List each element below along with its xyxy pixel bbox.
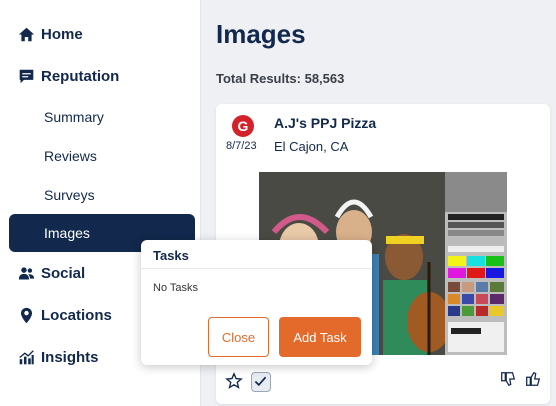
- nav-reputation-label: Reputation: [41, 68, 120, 85]
- card-date: 8/7/23: [226, 140, 257, 152]
- thumbs-down-icon[interactable]: [499, 370, 517, 388]
- nav-home-label: Home: [41, 26, 83, 43]
- page-title: Images: [216, 19, 306, 49]
- nav-social[interactable]: Social: [18, 265, 85, 282]
- thumbs-up-icon[interactable]: [524, 370, 542, 388]
- check-icon: [254, 376, 267, 387]
- tasks-popup: Tasks No Tasks Close Add Task: [141, 240, 372, 365]
- nav-locations-label: Locations: [41, 307, 112, 324]
- nav-locations[interactable]: Locations: [18, 307, 112, 324]
- popup-divider: [141, 268, 372, 269]
- reputation-icon: [19, 69, 34, 84]
- nav-summary[interactable]: Summary: [44, 109, 104, 125]
- nav-images-label: Images: [44, 225, 90, 241]
- google-icon: G: [232, 115, 254, 137]
- nav-insights[interactable]: Insights: [18, 349, 99, 366]
- nav-social-label: Social: [41, 265, 86, 282]
- nav-insights-label: Insights: [41, 349, 99, 366]
- total-results: Total Results: 58,563: [216, 71, 345, 86]
- add-task-button[interactable]: Add Task: [279, 317, 361, 357]
- card-business-name[interactable]: A.J's PPJ Pizza: [274, 115, 376, 131]
- favorite-star-icon[interactable]: [225, 372, 243, 390]
- nav-reputation[interactable]: Reputation: [18, 68, 119, 85]
- people-icon: [18, 267, 35, 280]
- home-icon: [18, 27, 35, 42]
- close-button[interactable]: Close: [208, 317, 269, 357]
- map-pin-icon: [20, 307, 33, 324]
- popup-title: Tasks: [153, 248, 189, 263]
- card-location: El Cajon, CA: [274, 139, 349, 154]
- insights-chart-icon: [19, 350, 34, 365]
- no-tasks-text: No Tasks: [153, 282, 199, 294]
- nav-surveys[interactable]: Surveys: [44, 187, 95, 203]
- nav-reviews[interactable]: Reviews: [44, 148, 97, 164]
- nav-home[interactable]: Home: [18, 26, 83, 43]
- task-checkbox[interactable]: [251, 372, 271, 392]
